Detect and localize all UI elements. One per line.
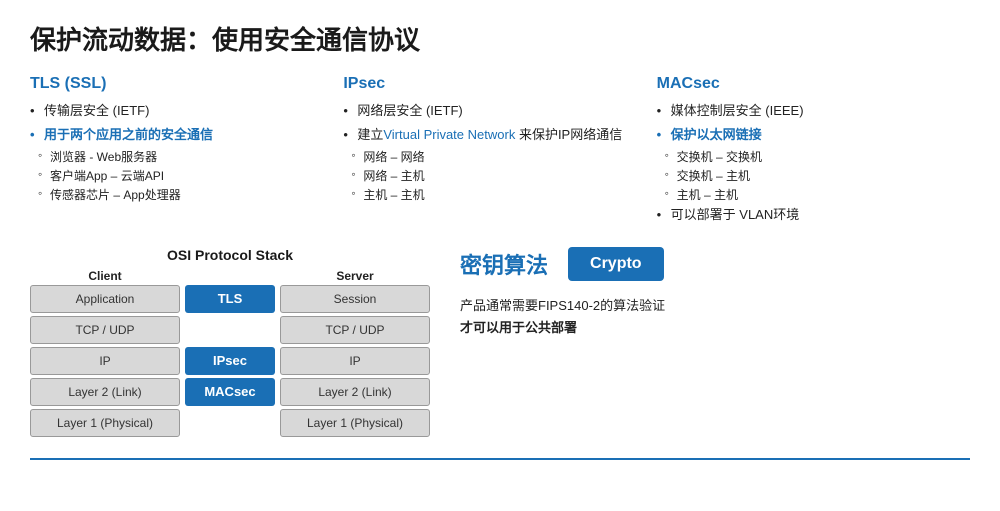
crypto-heading: 密钥算法 [460,248,548,280]
macsec-bullet-vlan: 可以部署于 VLAN环境 [657,205,960,225]
osi-client-l2: Layer 2 (Link) [30,378,180,406]
crypto-desc-line1: 产品通常需要FIPS140-2的算法验证 [460,298,665,313]
osi-client-l1: Layer 1 (Physical) [30,409,180,437]
osi-row-2: IP IPsec IP [30,347,430,375]
tls-sub-1: 浏览器 - Web服务器 [30,148,333,165]
osi-headers: Client Server [30,269,430,283]
osi-client-ip: IP [30,347,180,375]
tls-bullet-2: 用于两个应用之前的安全通信 [30,125,333,145]
osi-macsec-bar: MACsec [185,378,275,406]
macsec-sub-2: 交换机 – 主机 [657,167,960,184]
tls-bullet-1: 传输层安全 (IETF) [30,101,333,121]
ipsec-bullet-2-prefix: 建立 [357,127,383,142]
ipsec-vpn-link: Virtual Private Network [383,127,515,142]
osi-middle-2: IPsec [180,347,280,375]
osi-row-1: TCP / UDP TCP / UDP [30,316,430,344]
crypto-description: 产品通常需要FIPS140-2的算法验证 才可以用于公共部署 [460,295,970,339]
osi-diagram: OSI Protocol Stack Client Server Applica… [30,247,430,440]
ipsec-sub-1: 网络 – 网络 [343,148,646,165]
crypto-section: 密钥算法 Crypto 产品通常需要FIPS140-2的算法验证 才可以用于公共… [430,247,970,339]
macsec-column: MACsec 媒体控制层安全 (IEEE) 保护以太网链接 交换机 – 交换机 … [657,75,970,229]
ipsec-bullet-2-suffix: 来保护IP网络通信 [515,127,622,142]
ipsec-sub-3: 主机 – 主机 [343,186,646,203]
osi-title: OSI Protocol Stack [30,247,430,263]
osi-ipsec-bar: IPsec [185,347,275,375]
ipsec-list: 网络层安全 (IETF) 建立Virtual Private Network 来… [343,101,646,203]
tls-list: 传输层安全 (IETF) 用于两个应用之前的安全通信 浏览器 - Web服务器 … [30,101,333,203]
tls-sub-2: 客户端App – 云端API [30,167,333,184]
top-section: TLS (SSL) 传输层安全 (IETF) 用于两个应用之前的安全通信 浏览器… [30,75,970,229]
osi-server-tcp: TCP / UDP [280,316,430,344]
macsec-sub-list: 交换机 – 交换机 交换机 – 主机 主机 – 主机 [657,148,960,203]
page-bottom-border [30,458,970,460]
osi-client-application: Application [30,285,180,313]
osi-client-header: Client [30,269,180,283]
osi-row-0: Application TLS Session [30,285,430,313]
tls-column: TLS (SSL) 传输层安全 (IETF) 用于两个应用之前的安全通信 浏览器… [30,75,343,229]
osi-server-session: Session [280,285,430,313]
macsec-bullet-1: 媒体控制层安全 (IEEE) [657,101,960,121]
macsec-bullet-2: 保护以太网链接 [657,125,960,145]
osi-middle-3: MACsec [180,378,280,406]
osi-row-3: Layer 2 (Link) MACsec Layer 2 (Link) [30,378,430,406]
crypto-header-row: 密钥算法 Crypto [460,247,970,281]
ipsec-heading: IPsec [343,75,646,93]
osi-server-l2: Layer 2 (Link) [280,378,430,406]
page-title: 保护流动数据：使用安全通信协议 [30,20,970,57]
macsec-heading: MACsec [657,75,960,93]
osi-server-l1: Layer 1 (Physical) [280,409,430,437]
osi-client-tcp: TCP / UDP [30,316,180,344]
tls-sub-list: 浏览器 - Web服务器 客户端App – 云端API 传感器芯片 – App处… [30,148,333,203]
osi-server-ip: IP [280,347,430,375]
ipsec-column: IPsec 网络层安全 (IETF) 建立Virtual Private Net… [343,75,656,229]
bottom-section: OSI Protocol Stack Client Server Applica… [30,247,970,440]
macsec-list: 媒体控制层安全 (IEEE) 保护以太网链接 交换机 – 交换机 交换机 – 主… [657,101,960,225]
tls-sub-3: 传感器芯片 – App处理器 [30,186,333,203]
crypto-desc-line2: 才可以用于公共部署 [460,320,577,335]
tls-heading: TLS (SSL) [30,75,333,93]
osi-middle-0: TLS [180,285,280,313]
ipsec-sub-2: 网络 – 主机 [343,167,646,184]
macsec-sub-1: 交换机 – 交换机 [657,148,960,165]
osi-server-header: Server [280,269,430,283]
osi-row-4: Layer 1 (Physical) Layer 1 (Physical) [30,409,430,437]
osi-tls-bar: TLS [185,285,275,313]
ipsec-bullet-2: 建立Virtual Private Network 来保护IP网络通信 [343,125,646,145]
ipsec-sub-list: 网络 – 网络 网络 – 主机 主机 – 主机 [343,148,646,203]
macsec-sub-3: 主机 – 主机 [657,186,960,203]
ipsec-bullet-1: 网络层安全 (IETF) [343,101,646,121]
crypto-button[interactable]: Crypto [568,247,664,281]
